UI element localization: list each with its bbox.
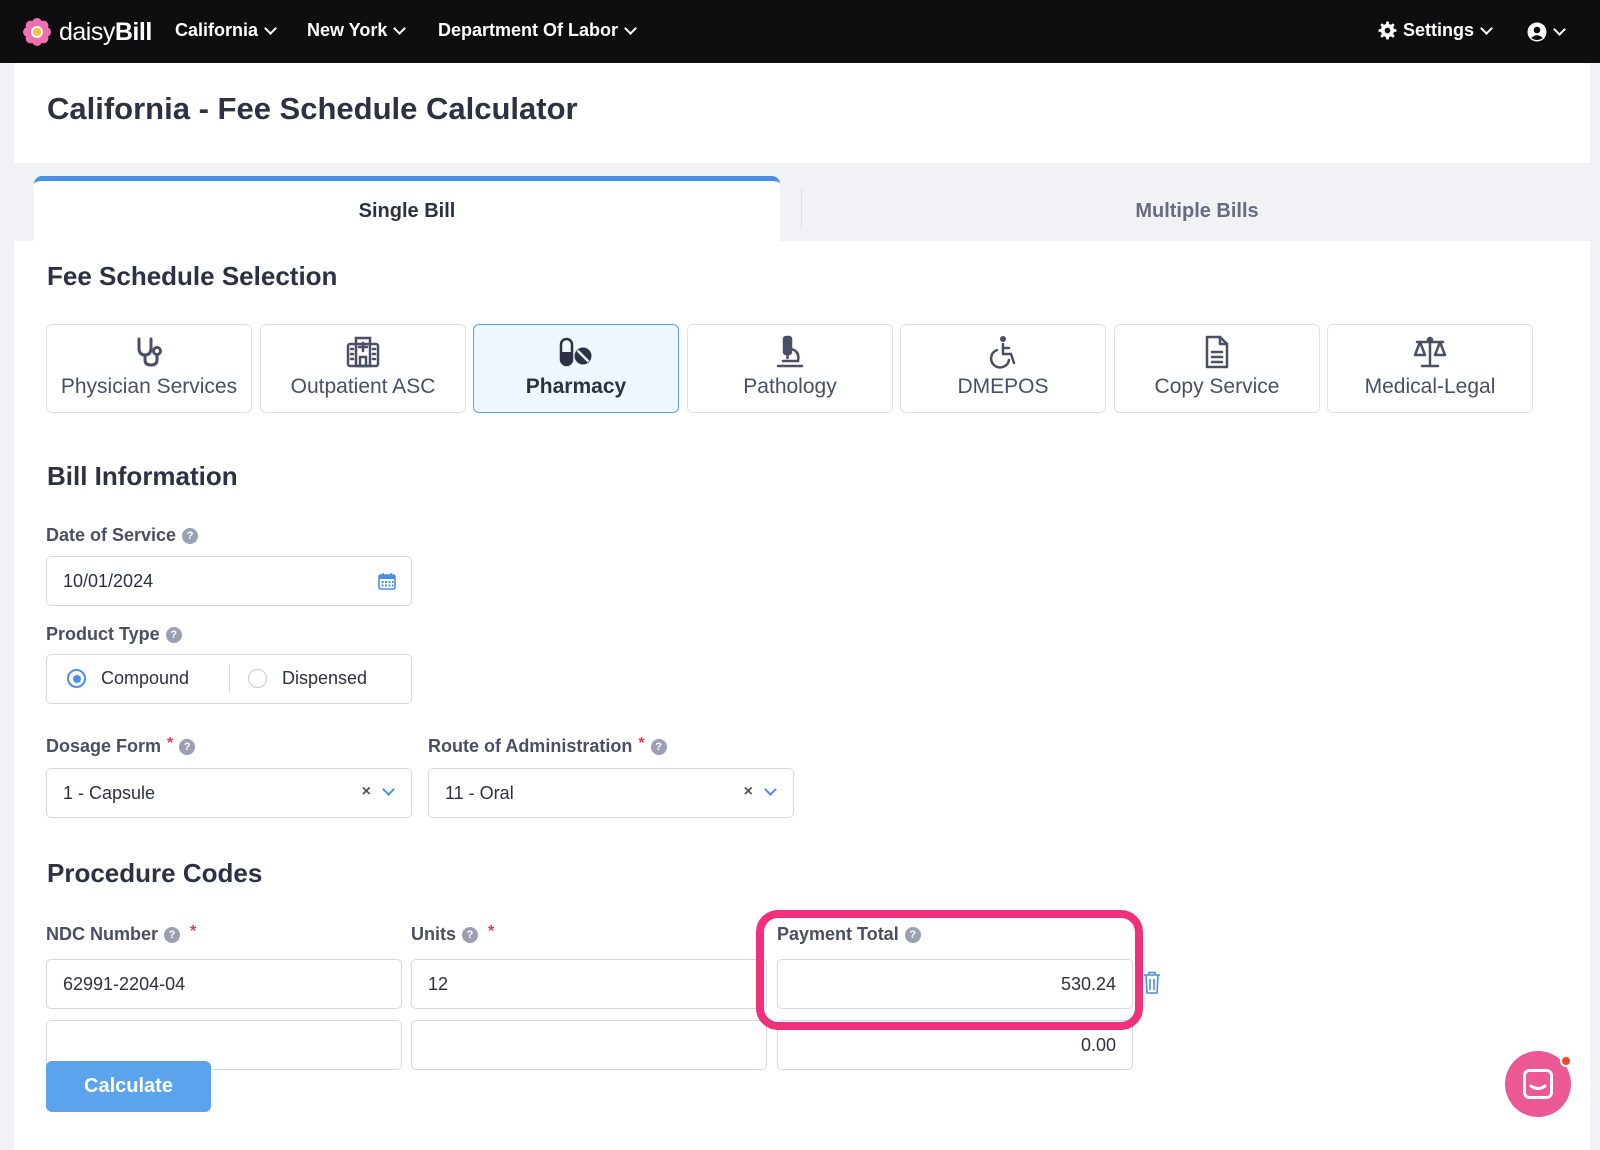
clear-icon[interactable]: × [362,783,371,801]
ndc-number-input[interactable]: 62991-2204-04 [46,959,402,1009]
stethoscope-icon [137,337,162,367]
tile-copy-service[interactable]: Copy Service [1114,324,1320,413]
radio-unchecked-icon [248,669,267,688]
help-icon[interactable]: ? [165,626,182,643]
brand-name: daisyBill [59,17,152,46]
help-icon[interactable]: ? [904,926,921,943]
chevron-down-icon[interactable] [764,783,777,796]
chevron-down-icon [1553,23,1566,36]
chevron-down-icon[interactable] [382,783,395,796]
nav-settings[interactable]: Settings [1378,20,1493,41]
units-input[interactable]: 12 [411,959,767,1009]
help-icon[interactable]: ? [462,926,478,943]
nav-new-york[interactable]: New York [307,20,407,41]
help-icon[interactable]: ? [182,527,199,544]
chevron-down-icon [1480,21,1493,35]
top-nav: daisyBill California New York Department… [0,0,1600,63]
bill-information-heading: Bill Information [47,461,238,491]
ndc-number-label: NDC Number? * [46,922,197,945]
route-of-administration-label: Route of Administration *? [428,735,667,757]
date-of-service-input[interactable]: 10/01/2024 [46,556,412,606]
calendar-icon[interactable] [378,572,396,590]
tile-dmepos[interactable]: DMEPOS [900,324,1106,413]
user-menu[interactable] [1527,22,1566,42]
chevron-down-icon [264,21,277,35]
calculate-button[interactable]: Calculate [46,1061,211,1112]
product-type-radio-group: Compound Dispensed [46,654,412,704]
tile-pathology[interactable]: Pathology [687,324,893,413]
daisy-logo-icon [23,18,51,46]
chat-icon [1523,1069,1553,1099]
payment-total-label: Payment Total? [777,924,921,945]
gear-icon [1378,21,1397,40]
pills-icon [559,337,592,367]
nav-department-of-labor[interactable]: Department Of Labor [438,20,637,41]
radio-divider [229,665,230,693]
date-of-service-label: Date of Service? [46,525,199,546]
notification-dot [1560,1055,1572,1067]
document-icon [1205,335,1229,369]
route-of-administration-select[interactable]: 11 - Oral × [428,768,794,818]
tile-pharmacy[interactable]: Pharmacy [473,324,679,413]
brand-logo[interactable]: daisyBill [22,17,152,47]
dosage-form-select[interactable]: 1 - Capsule × [46,768,412,818]
tile-physician-services[interactable]: Physician Services [46,324,252,413]
help-icon[interactable]: ? [179,738,196,755]
tab-multiple-bills[interactable]: Multiple Bills [804,181,1590,241]
chevron-down-icon [393,21,407,35]
units-input[interactable] [411,1020,767,1070]
product-type-label: Product Type? [46,624,182,645]
radio-dispensed[interactable]: Dispensed [248,655,367,702]
tile-medical-legal[interactable]: Medical-Legal [1327,324,1533,413]
microscope-icon [776,335,804,368]
payment-total-input[interactable]: 0.00 [777,1020,1133,1070]
balance-scale-icon [1413,336,1447,368]
radio-compound[interactable]: Compound [67,655,189,702]
hospital-icon [346,336,380,368]
tab-bar: Single Bill Multiple Bills [14,163,1590,241]
units-label: Units? * [411,922,495,945]
chevron-down-icon [624,21,637,35]
fee-schedule-heading: Fee Schedule Selection [47,261,338,291]
radio-checked-icon [67,669,86,688]
procedure-codes-heading: Procedure Codes [47,858,263,888]
clear-icon[interactable]: × [744,783,753,801]
help-icon[interactable]: ? [650,738,667,755]
help-icon[interactable]: ? [164,926,181,943]
tile-outpatient-asc[interactable]: Outpatient ASC [260,324,466,413]
user-avatar-icon [1527,22,1547,42]
tab-single-bill[interactable]: Single Bill [34,176,780,241]
tab-divider [801,188,802,230]
dosage-form-label: Dosage Form *? [46,735,196,757]
page-title: California - Fee Schedule Calculator [47,91,578,126]
main-card: California - Fee Schedule Calculator Sin… [14,63,1590,1150]
payment-total-input[interactable]: 530.24 [777,959,1133,1009]
wheelchair-icon [989,336,1016,369]
trash-icon[interactable] [1143,971,1161,995]
nav-california[interactable]: California [175,20,277,41]
